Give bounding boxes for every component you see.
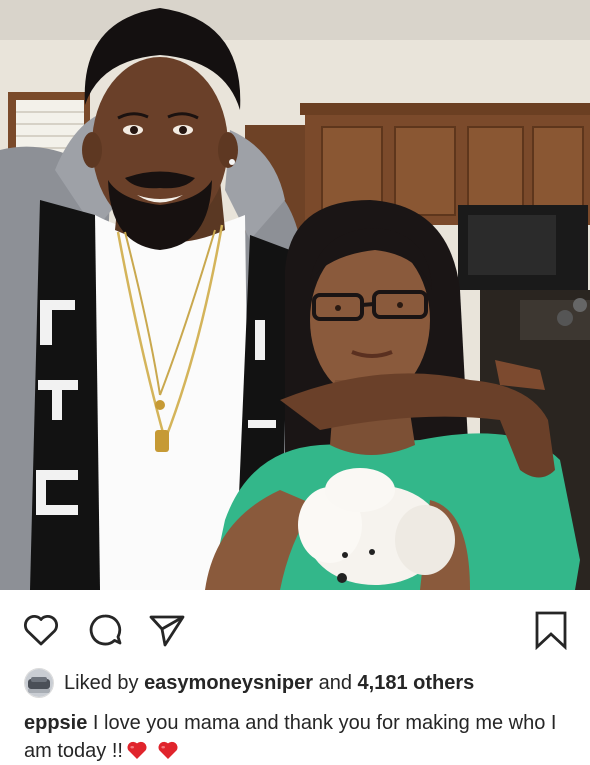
- post-photo-illustration: [0, 0, 590, 590]
- likes-others-count[interactable]: 4,181 others: [358, 672, 475, 695]
- post-photo[interactable]: [0, 0, 590, 590]
- liker-avatar[interactable]: [24, 668, 54, 698]
- red-heart-emoji: [157, 740, 179, 760]
- heart-outline-icon[interactable]: [22, 613, 60, 647]
- caption-text: I love you mama and thank you for making…: [24, 712, 557, 762]
- likes-conjunction: and: [318, 671, 352, 694]
- red-heart-emoji: [126, 740, 148, 760]
- comment-bubble-icon[interactable]: [86, 612, 124, 648]
- bookmark-icon[interactable]: [534, 610, 568, 650]
- post-action-bar: [0, 590, 590, 662]
- likes-summary: Liked by easymoneysniper and 4,181 other…: [24, 668, 580, 698]
- caption-username[interactable]: eppsie: [24, 712, 87, 734]
- likes-prefix: Liked by: [64, 671, 139, 694]
- post-caption: eppsie I love you mama and thank you for…: [24, 709, 569, 765]
- liker-username[interactable]: easymoneysniper: [144, 672, 313, 695]
- paper-plane-icon[interactable]: [148, 612, 186, 648]
